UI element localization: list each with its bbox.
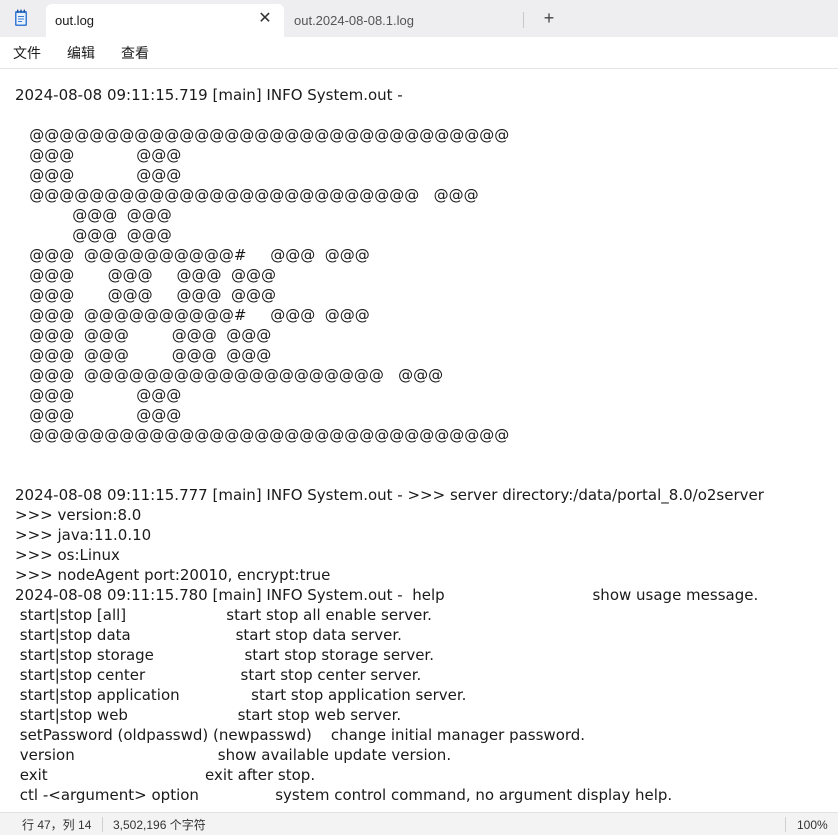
menu-view[interactable]: 查看: [108, 39, 162, 67]
character-count: 3,502,196 个字符: [113, 818, 206, 832]
status-bar: 行 47，列 14 3,502,196 个字符 100%: [0, 812, 838, 835]
cursor-position: 行 47，列 14: [22, 818, 92, 832]
tab-out-log[interactable]: out.log ✕: [46, 4, 284, 37]
tab-label: out.log: [55, 13, 95, 28]
menu-edit[interactable]: 编辑: [54, 39, 108, 67]
close-icon[interactable]: ✕: [258, 11, 272, 27]
status-divider: [785, 817, 786, 832]
plus-icon[interactable]: +: [540, 9, 558, 27]
tab-out-2024-08-08-1-log[interactable]: out.2024-08-08.1.log: [286, 4, 524, 37]
editor-content[interactable]: 2024-08-08 09:11:15.719 [main] INFO Syst…: [0, 69, 838, 805]
tab-divider: [523, 12, 524, 28]
menu-bar: 文件 编辑 查看: [0, 37, 838, 69]
status-divider: [102, 817, 103, 832]
text-editor[interactable]: 2024-08-08 09:11:15.719 [main] INFO Syst…: [0, 69, 838, 812]
menu-file[interactable]: 文件: [0, 39, 54, 67]
tab-strip: out.log ✕ out.2024-08-08.1.log +: [0, 0, 838, 37]
notepad-window: out.log ✕ out.2024-08-08.1.log + 文件 编辑 查…: [0, 0, 838, 835]
tab-label: out.2024-08-08.1.log: [294, 13, 414, 28]
zoom-level[interactable]: 100%: [797, 818, 828, 832]
notepad-icon: [14, 9, 28, 27]
